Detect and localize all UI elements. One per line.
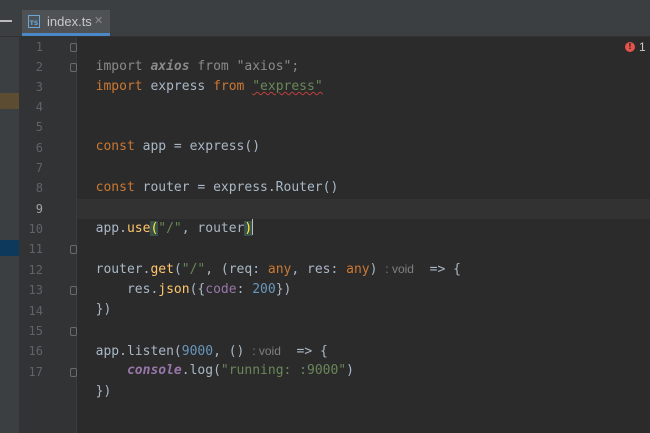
- code-token: ({: [189, 282, 206, 297]
- code-token: code: [205, 282, 237, 297]
- line-number: 1: [35, 40, 43, 54]
- fold-marker[interactable]: [70, 368, 77, 377]
- code-line-2[interactable]: import express from "express": [80, 57, 323, 94]
- line-number: 10: [28, 222, 43, 236]
- error-count: 1: [639, 40, 646, 54]
- code-token: any: [346, 262, 370, 277]
- code-token: from: [213, 79, 245, 94]
- code-token: :: [236, 282, 253, 297]
- close-icon[interactable]: ✕: [94, 14, 103, 27]
- code-line-11[interactable]: router.get("/", (req: any, res: any) : v…: [80, 239, 461, 277]
- line-number: 12: [28, 263, 43, 277]
- fold-marker[interactable]: [70, 245, 77, 254]
- code-line-9[interactable]: app.use("/", router): [80, 199, 254, 236]
- line-number: 14: [28, 304, 43, 318]
- inspection-widget[interactable]: ! 1: [625, 38, 646, 56]
- line-number: 4: [35, 100, 43, 114]
- text-cursor: [252, 219, 254, 235]
- left-tool-strip: [0, 37, 19, 433]
- line-number: 6: [35, 141, 43, 155]
- code-token: "/": [158, 221, 182, 236]
- code-line-5[interactable]: const app = express(): [80, 117, 260, 154]
- code-token-paren: ): [244, 221, 253, 236]
- code-token-error: "express": [252, 79, 323, 94]
- code-token: "running: :9000": [220, 363, 347, 378]
- code-line-13[interactable]: }): [80, 280, 112, 317]
- code-token: 200: [252, 282, 276, 297]
- code-token: ): [369, 262, 386, 277]
- current-line-marker[interactable]: [0, 240, 19, 256]
- code-line-16[interactable]: console.log("running: :9000"): [80, 341, 354, 378]
- line-number: 3: [35, 80, 43, 94]
- code-token: }): [95, 302, 112, 317]
- code-token: use: [126, 221, 151, 236]
- code-token: app.: [95, 221, 127, 236]
- fold-marker[interactable]: [70, 286, 77, 295]
- line-number: 15: [28, 324, 43, 338]
- line-number: 13: [28, 283, 43, 297]
- fold-marker[interactable]: [70, 327, 77, 336]
- code-line-12[interactable]: res.json({code: 200}): [80, 260, 291, 297]
- line-number: 16: [28, 344, 43, 358]
- code-token: , res:: [291, 262, 347, 277]
- code-token: const: [95, 180, 135, 195]
- editor-tab-bar: TS index.ts ✕: [0, 0, 650, 37]
- collapse-handle[interactable]: [0, 20, 12, 22]
- code-token: }): [95, 384, 112, 399]
- fold-marker[interactable]: [70, 43, 77, 52]
- code-token: , router: [181, 221, 245, 236]
- bookmark-marker[interactable]: [0, 93, 19, 109]
- line-number-current: 9: [35, 202, 43, 216]
- code-token: express: [142, 79, 214, 94]
- code-line-7[interactable]: const router = express.Router(): [80, 158, 339, 195]
- error-icon: !: [625, 42, 635, 52]
- code-line-15[interactable]: app.listen(9000, () : void => {: [80, 321, 328, 359]
- code-token: const: [95, 139, 135, 154]
- line-number: 7: [35, 161, 43, 175]
- code-token: ): [346, 363, 354, 378]
- typescript-file-icon: TS: [28, 15, 40, 28]
- code-line-17[interactable]: }): [80, 362, 112, 399]
- line-number: 2: [35, 60, 43, 74]
- code-line-1[interactable]: import axios from "axios";: [80, 37, 300, 74]
- code-token: json: [158, 282, 190, 297]
- fold-marker[interactable]: [70, 63, 77, 72]
- line-number: 17: [28, 365, 43, 379]
- code-token: app = express(): [134, 139, 261, 154]
- code-token: console: [126, 363, 182, 378]
- line-number: 5: [35, 120, 43, 134]
- line-number: 8: [35, 181, 43, 195]
- line-number: 11: [28, 242, 43, 256]
- code-token: import: [95, 79, 143, 94]
- type-hint: : void: [385, 262, 414, 276]
- code-token: => {: [413, 262, 461, 277]
- tab-label: index.ts: [47, 14, 92, 29]
- code-token: .log(: [181, 363, 221, 378]
- tab-index-ts[interactable]: TS index.ts ✕: [22, 10, 110, 36]
- code-token: router = express.Router(): [134, 180, 339, 195]
- code-token: }): [275, 282, 292, 297]
